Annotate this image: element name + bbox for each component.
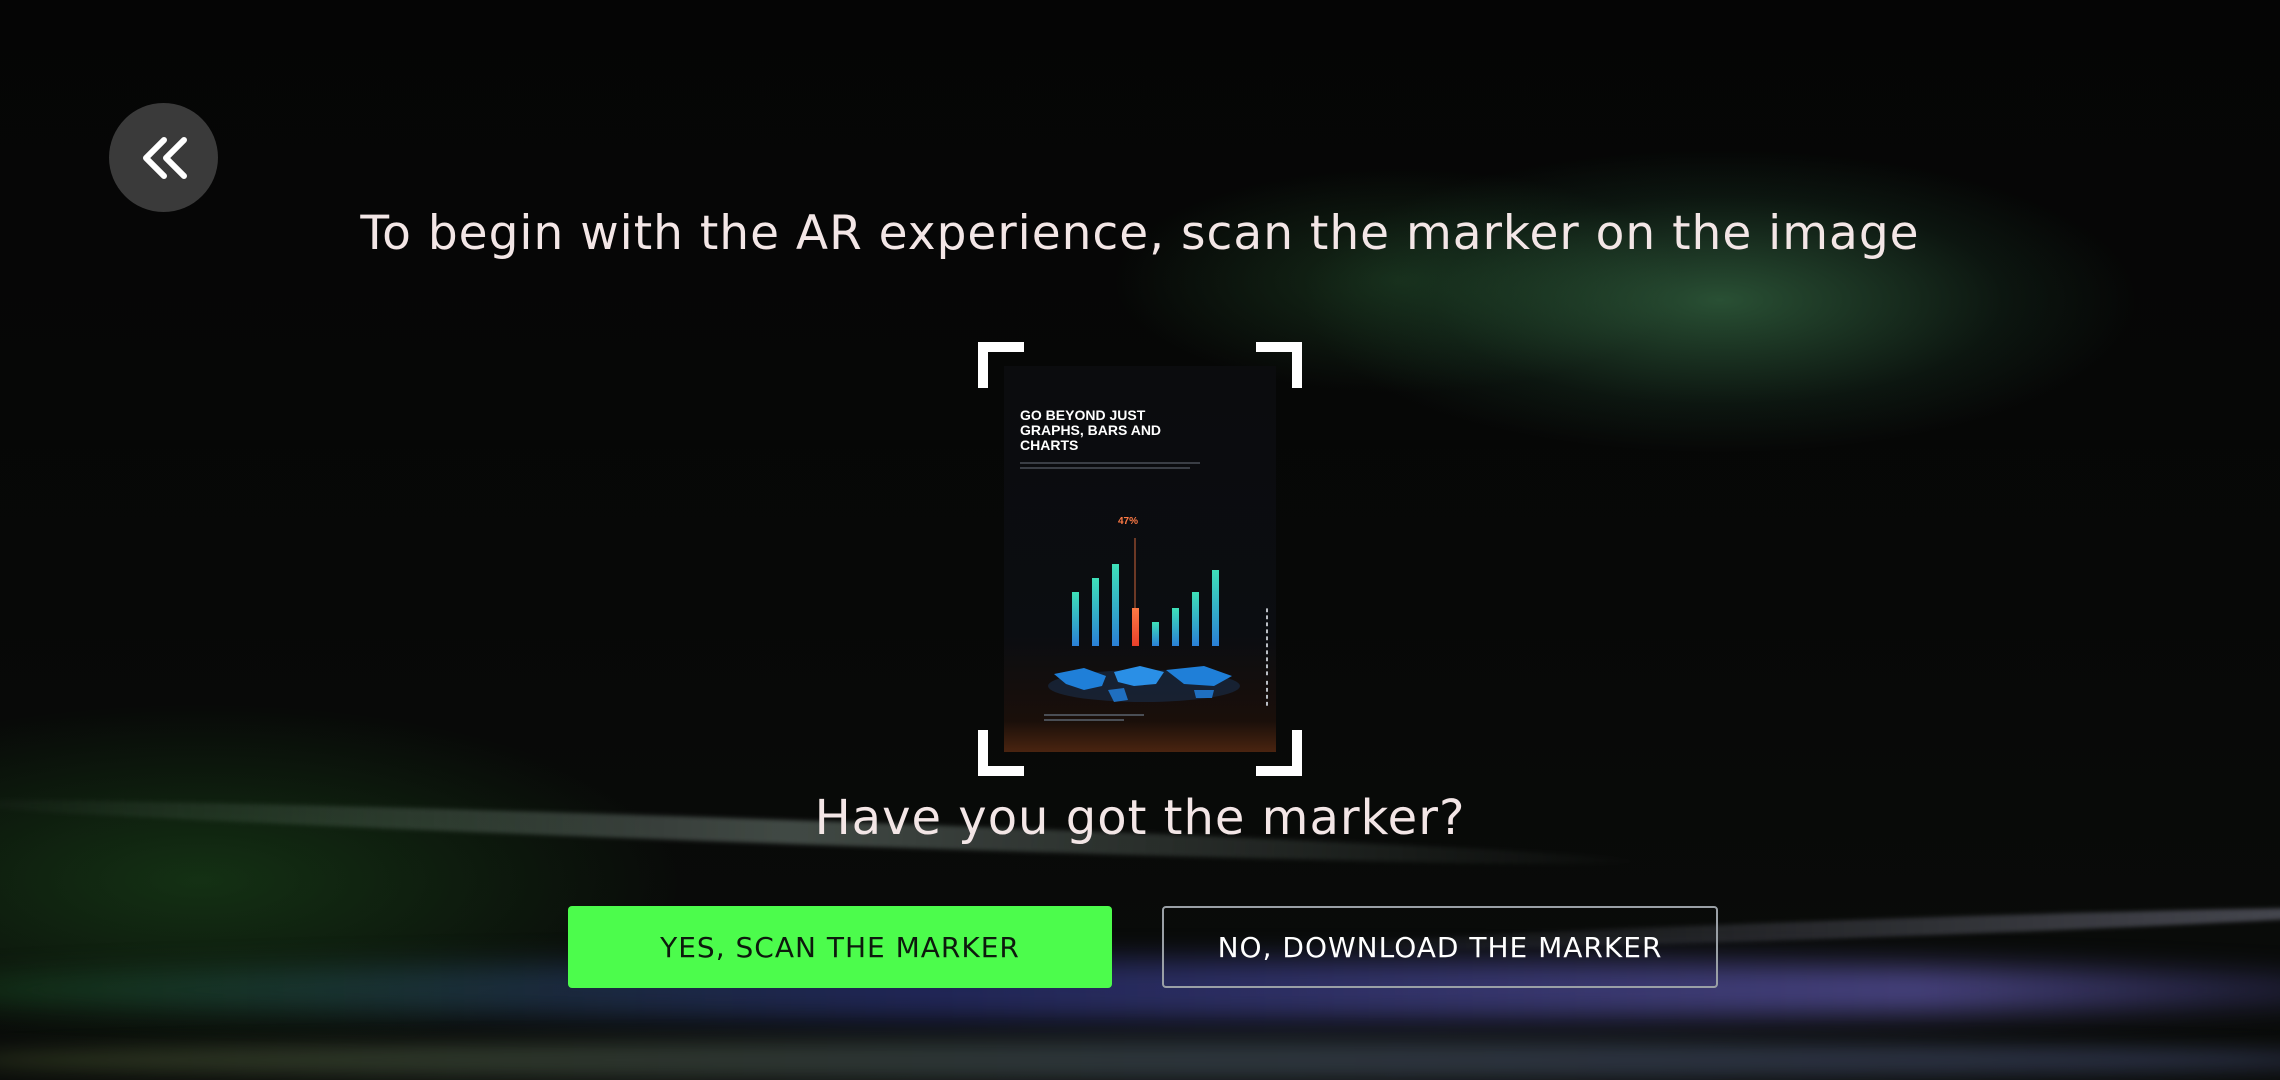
marker-poster-image: GO BEYOND JUST GRAPHS, BARS AND CHARTS 4… bbox=[1004, 366, 1276, 752]
poster-world-map bbox=[1048, 666, 1240, 702]
poster-bar bbox=[1092, 578, 1099, 646]
poster-bar bbox=[1172, 608, 1179, 646]
download-marker-button[interactable]: NO, DOWNLOAD THE MARKER bbox=[1162, 906, 1718, 988]
double-chevron-left-icon bbox=[142, 136, 187, 179]
poster-bar-graphic bbox=[1072, 538, 1219, 646]
poster-title: GO BEYOND JUST GRAPHS, BARS AND CHARTS bbox=[1020, 407, 1162, 453]
scan-marker-button[interactable]: YES, SCAN THE MARKER bbox=[568, 906, 1112, 988]
poster-bar bbox=[1152, 622, 1159, 646]
poster-bar bbox=[1192, 592, 1199, 646]
light-streak bbox=[0, 960, 2280, 1020]
poster-bar bbox=[1212, 570, 1219, 646]
ar-intro-screen: To begin with the AR experience, scan th… bbox=[0, 0, 2280, 1080]
poster-bar bbox=[1112, 564, 1119, 646]
back-button[interactable] bbox=[109, 103, 218, 212]
poster-footer-text bbox=[1044, 714, 1164, 721]
poster-bar bbox=[1072, 592, 1079, 646]
poster-bar bbox=[1132, 608, 1139, 646]
poster-body-text bbox=[1020, 462, 1210, 469]
marker-question: Have you got the marker? bbox=[814, 790, 1466, 846]
light-streak bbox=[0, 1040, 2280, 1080]
marker-preview: GO BEYOND JUST GRAPHS, BARS AND CHARTS 4… bbox=[978, 342, 1302, 776]
page-headline: To begin with the AR experience, scan th… bbox=[360, 206, 1920, 261]
poster-side-label: ▮▮▮▮ ▮▮▮▮▮▮▮▮▮▮ bbox=[1264, 606, 1270, 707]
